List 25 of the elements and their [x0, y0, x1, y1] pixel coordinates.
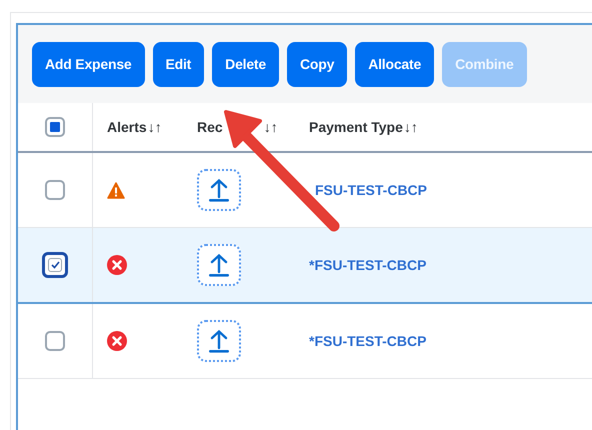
payment-type-link[interactable]: *FSU-TEST-CBCP [309, 333, 426, 349]
sort-icon[interactable]: ↓↑ [404, 119, 418, 135]
column-header[interactable]: Rec [197, 119, 223, 135]
upload-icon [208, 329, 230, 353]
upload-button[interactable] [197, 320, 241, 362]
select-all-checkbox[interactable] [45, 117, 65, 137]
toolbar-button[interactable]: Delete [212, 42, 279, 86]
row-checkbox[interactable] [42, 252, 68, 278]
upload-icon [208, 253, 230, 277]
upload-icon [208, 178, 230, 202]
row-checkbox[interactable] [45, 331, 65, 351]
check-icon [50, 261, 60, 269]
column-header[interactable]: Payment Type [309, 119, 403, 135]
upload-button[interactable] [197, 244, 241, 286]
toolbar-button[interactable]: Add Expense [32, 42, 144, 86]
toolbar-button[interactable]: Copy [286, 42, 348, 86]
toolbar-button[interactable]: Allocate [355, 42, 434, 86]
toolbar-button[interactable]: Edit [152, 42, 204, 86]
payment-type-link[interactable]: *FSU-TEST-CBCP [309, 257, 426, 273]
sort-icon[interactable]: ↓↑ [264, 119, 278, 135]
payment-type-link[interactable]: FSU-TEST-CBCP [315, 182, 427, 198]
sort-icon[interactable]: ↓↑ [148, 119, 162, 135]
upload-button[interactable] [197, 169, 241, 211]
row-checkbox[interactable] [45, 180, 65, 200]
column-header[interactable]: Alerts [107, 119, 147, 135]
